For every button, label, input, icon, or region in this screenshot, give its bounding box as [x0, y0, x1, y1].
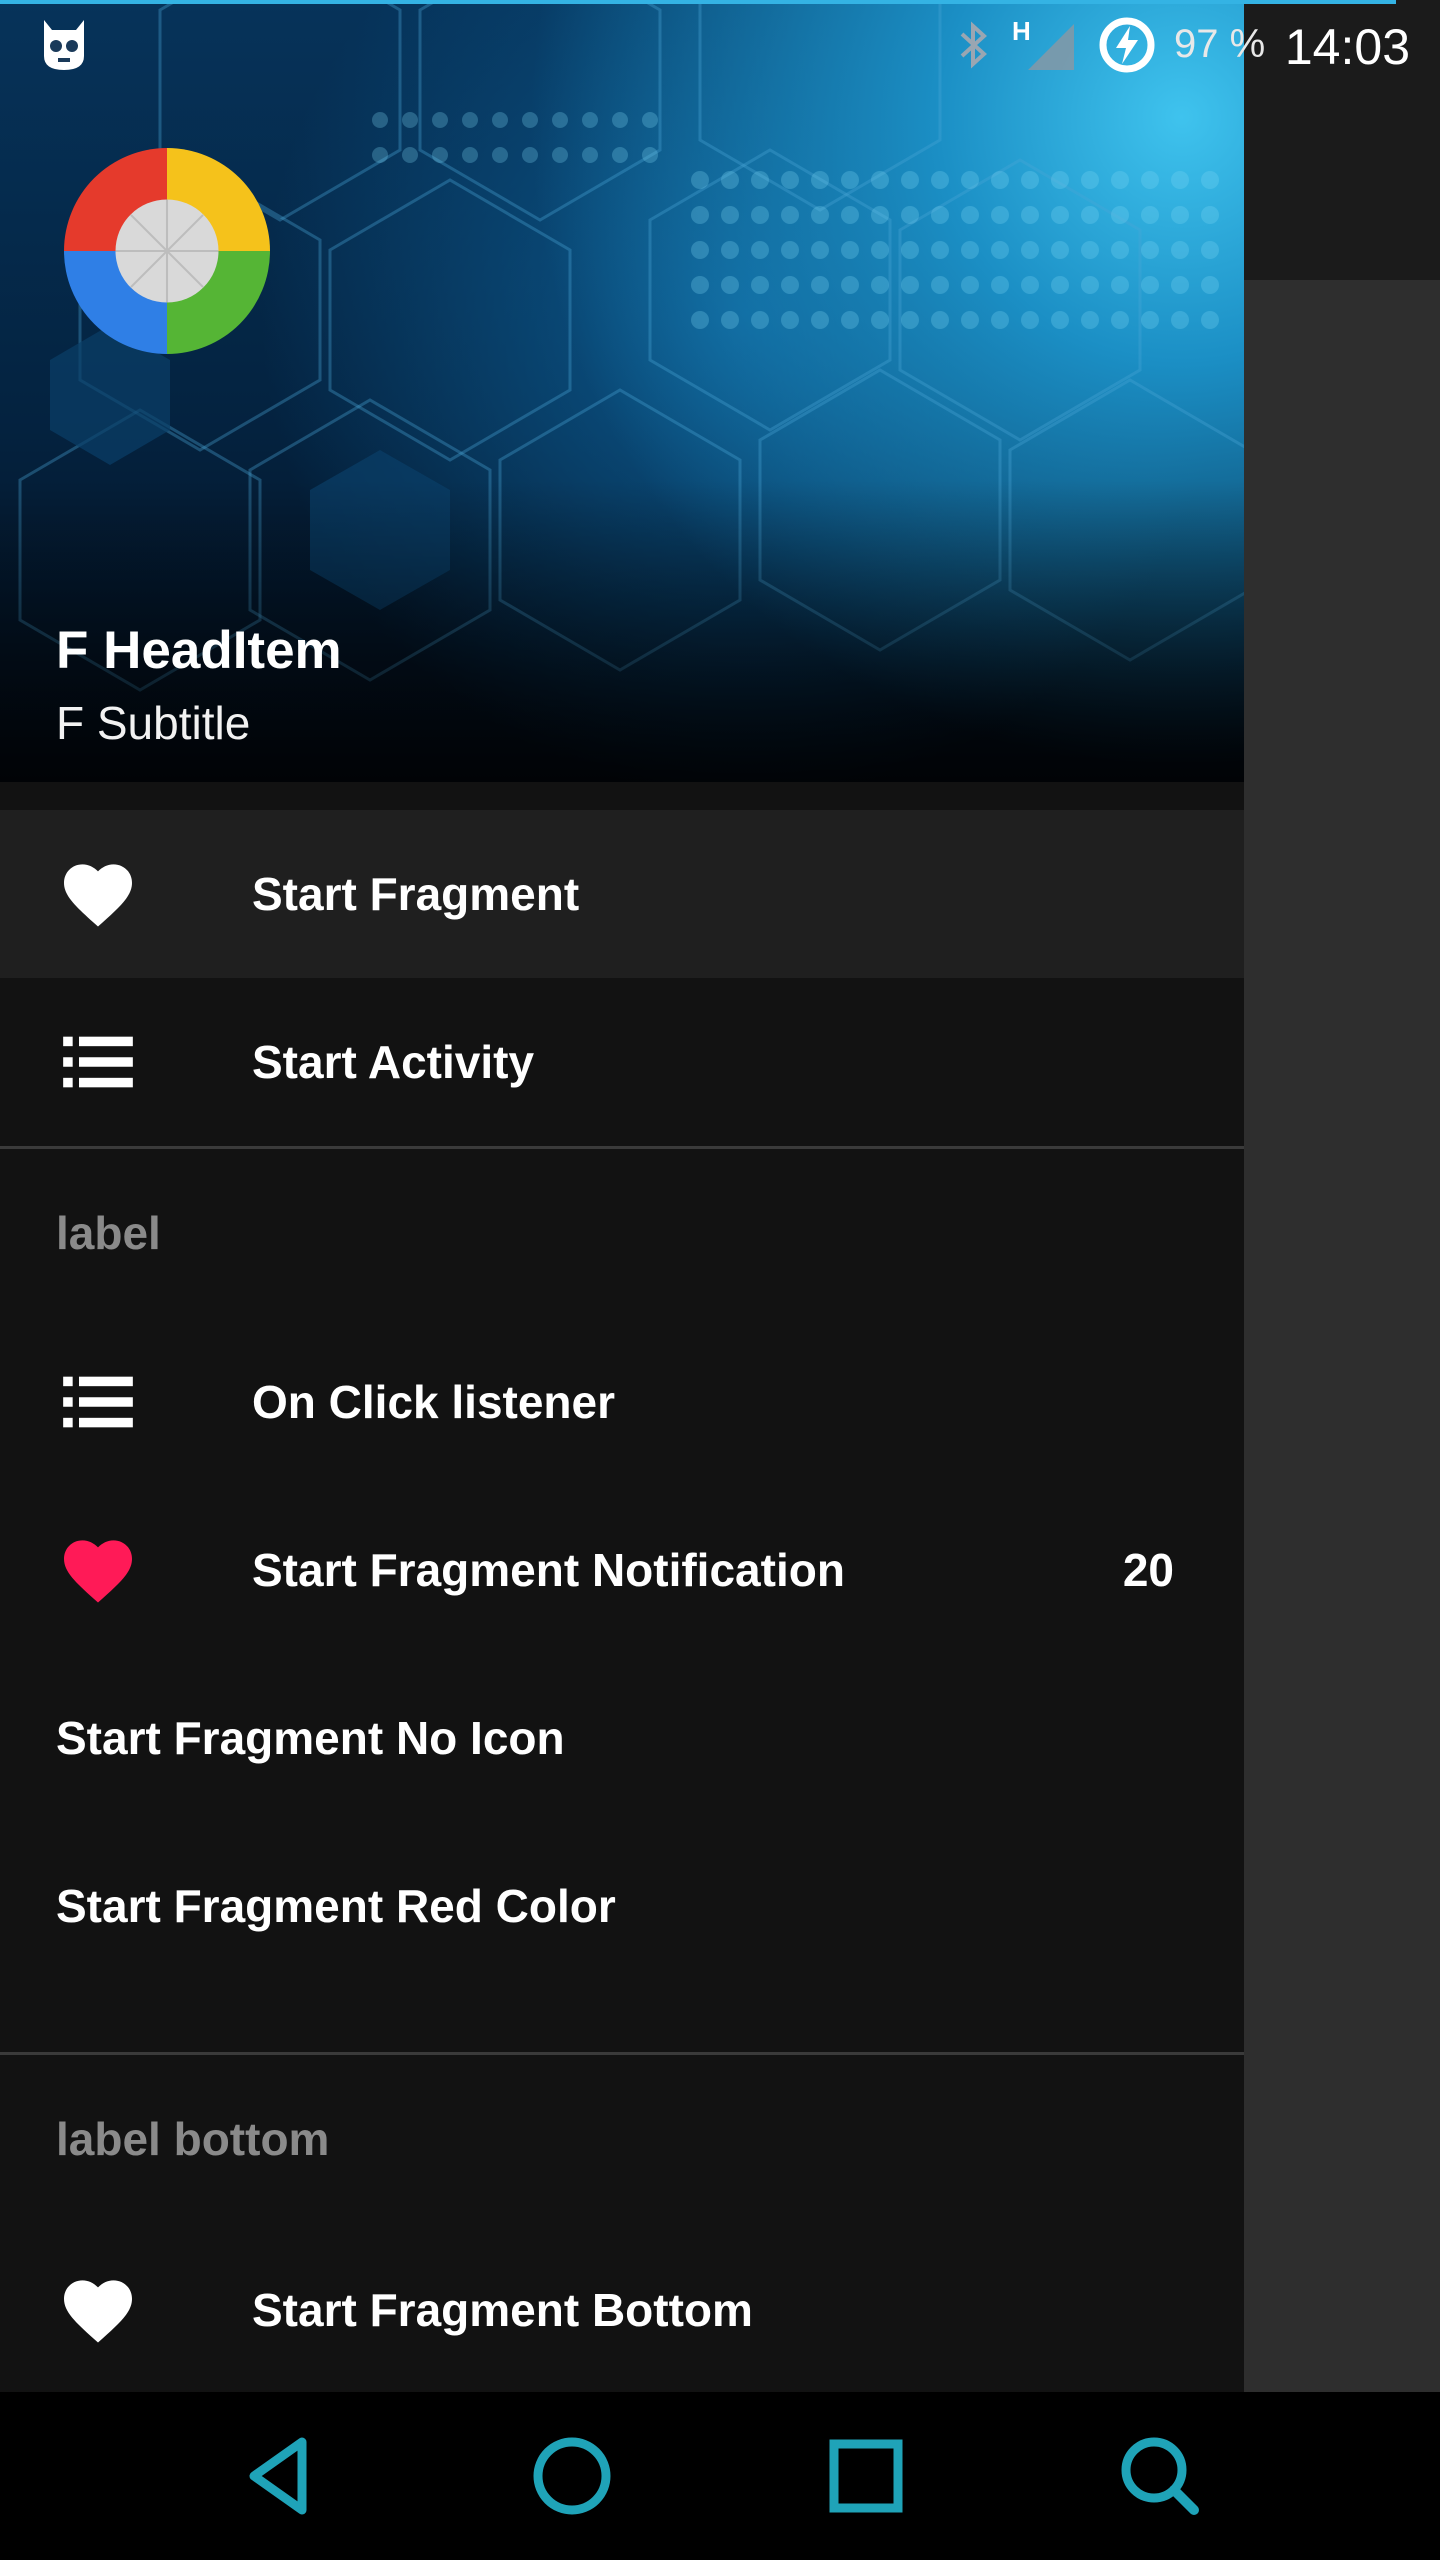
section-header-label-bottom: label bottom [56, 2113, 330, 2165]
heart-icon [64, 1540, 132, 1603]
section-header-label: label [56, 1207, 161, 1259]
heart-icon [64, 864, 132, 927]
menu-item-label: Start Fragment No Icon [56, 1712, 565, 1764]
menu-item-label: Start Fragment Bottom [252, 2284, 753, 2336]
recents-icon[interactable] [816, 2426, 916, 2526]
divider [0, 2052, 1244, 2055]
menu-item-on-click-listener[interactable]: On Click listener [0, 1318, 1244, 1486]
heart-icon [64, 2280, 132, 2343]
status-progress-line [0, 0, 1396, 4]
divider [0, 1146, 1244, 1149]
menu-item-label: Start Fragment Notification [252, 1544, 845, 1596]
menu-item-label: Start Activity [252, 1036, 535, 1088]
search-icon[interactable] [1110, 2426, 1210, 2526]
navigation-bar [0, 2392, 1440, 2560]
menu-item-start-fragment-bottom[interactable]: Start Fragment Bottom [0, 2226, 1244, 2392]
list-icon [63, 1376, 133, 1428]
menu-item-start-fragment-no-icon[interactable]: Start Fragment No Icon [0, 1654, 1244, 1822]
clock: 14:03 [1284, 19, 1410, 75]
android-head-icon [44, 20, 84, 70]
menu-item-label: On Click listener [252, 1376, 616, 1428]
signal-icon [1028, 24, 1074, 70]
menu-item-start-fragment-notification[interactable]: Start Fragment Notification 20 [0, 1486, 1244, 1654]
list-icon [63, 1036, 133, 1088]
bluetooth-icon [960, 21, 987, 69]
menu-item-start-fragment-red-color[interactable]: Start Fragment Red Color [0, 1822, 1244, 1990]
status-bar: H 97 % 14:03 [0, 0, 1440, 88]
battery-charging-icon [1099, 17, 1155, 73]
header-subtitle: F Subtitle [56, 697, 251, 749]
menu-item-label: Start Fragment [252, 868, 580, 920]
menu-item-label: Start Fragment Red Color [56, 1880, 616, 1932]
header-title: F HeadItem [56, 621, 342, 680]
colorful-wheel-icon[interactable] [64, 148, 270, 354]
notification-badge: 20 [1122, 1544, 1174, 1596]
battery-percentage: 97 % [1174, 22, 1266, 66]
menu-item-start-fragment[interactable]: Start Fragment [0, 810, 1244, 978]
drawer-header: F HeadItem F Subtitle [0, 0, 1244, 782]
navigation-drawer: F HeadItem F Subtitle Start Fragment Sta… [0, 0, 1244, 2392]
back-icon[interactable] [230, 2426, 330, 2526]
menu-item-start-activity[interactable]: Start Activity [0, 978, 1244, 1146]
home-icon[interactable] [522, 2426, 622, 2526]
